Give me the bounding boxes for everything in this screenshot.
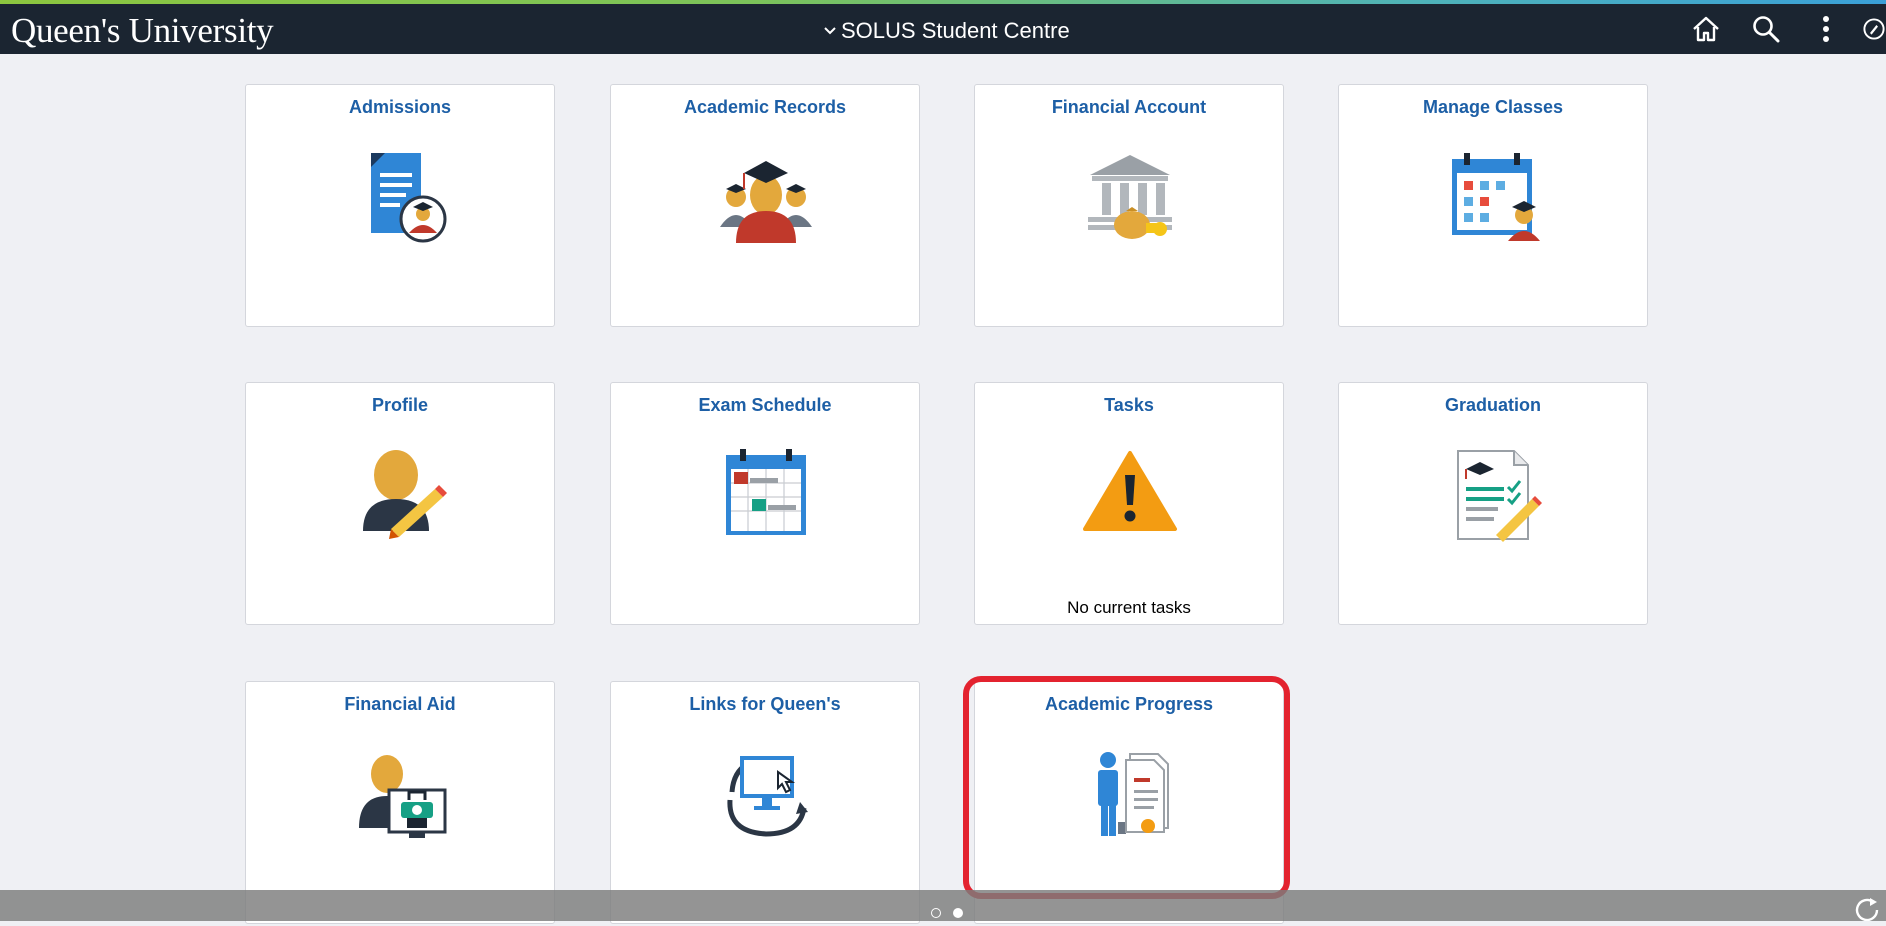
tile-title: Exam Schedule	[698, 395, 832, 415]
navbar-icon	[1863, 18, 1885, 40]
tile-title: Links for Queen's	[689, 694, 841, 714]
refresh-button[interactable]	[1853, 898, 1883, 922]
tile-graduation[interactable]: Graduation	[1338, 382, 1648, 625]
homepage-selector[interactable]: SOLUS Student Centre	[823, 18, 1070, 44]
search-icon	[1753, 16, 1780, 43]
tile-title: Manage Classes	[1422, 97, 1564, 117]
tile-financial-aid[interactable]: Financial Aid	[245, 681, 555, 924]
warning-icon	[1083, 451, 1177, 531]
tile-exam-schedule[interactable]: Exam Schedule	[610, 382, 920, 625]
tile-title: Academic Records	[683, 97, 847, 117]
academic-progress-icon	[1098, 752, 1169, 836]
home-button[interactable]	[1689, 12, 1723, 46]
graduation-icon	[1457, 450, 1542, 542]
tile-academic-records[interactable]: Academic Records	[610, 84, 920, 327]
tile-tasks[interactable]: Tasks No current tasks	[974, 382, 1284, 625]
academic-records-icon	[720, 161, 812, 243]
links-icon	[727, 756, 808, 837]
manage-classes-icon	[1452, 153, 1540, 241]
tile-financial-account[interactable]: Financial Account	[974, 84, 1284, 327]
tile-title: Financial Aid	[344, 694, 456, 714]
tile-title: Admissions	[348, 97, 452, 117]
exam-schedule-icon	[726, 449, 806, 535]
financial-account-icon	[1088, 155, 1172, 239]
search-button[interactable]	[1749, 12, 1783, 46]
admissions-icon	[371, 153, 447, 243]
header-bar: Queen's University SOLUS Student Centre	[0, 4, 1886, 54]
more-options-icon	[1823, 16, 1829, 42]
tile-title: Tasks	[1104, 395, 1154, 415]
tile-links-for-queens[interactable]: Links for Queen's	[610, 681, 920, 924]
page-indicator-2-active[interactable]	[953, 908, 963, 918]
refresh-icon	[1855, 898, 1879, 922]
page-title: SOLUS Student Centre	[841, 18, 1070, 43]
tile-title: Academic Progress	[1044, 694, 1214, 714]
tile-admissions[interactable]: Admissions	[245, 84, 555, 327]
footer-bar	[0, 890, 1886, 921]
financial-aid-icon	[359, 755, 447, 838]
profile-icon	[363, 450, 447, 539]
tile-title: Financial Account	[1051, 97, 1207, 117]
tile-manage-classes[interactable]: Manage Classes	[1338, 84, 1648, 327]
tasks-status-text: No current tasks	[1067, 598, 1191, 617]
tile-title: Profile	[371, 395, 428, 415]
page-indicator-1[interactable]	[931, 908, 941, 918]
university-logo: Queen's University	[11, 11, 274, 50]
tile-title: Graduation	[1444, 395, 1541, 415]
home-icon	[1693, 16, 1719, 42]
actions-menu-button[interactable]	[1809, 12, 1843, 46]
tile-profile[interactable]: Profile	[245, 382, 555, 625]
tile-academic-progress[interactable]: Academic Progress	[974, 681, 1284, 924]
chevron-down-icon	[824, 27, 836, 35]
navbar-button[interactable]	[1862, 12, 1886, 46]
